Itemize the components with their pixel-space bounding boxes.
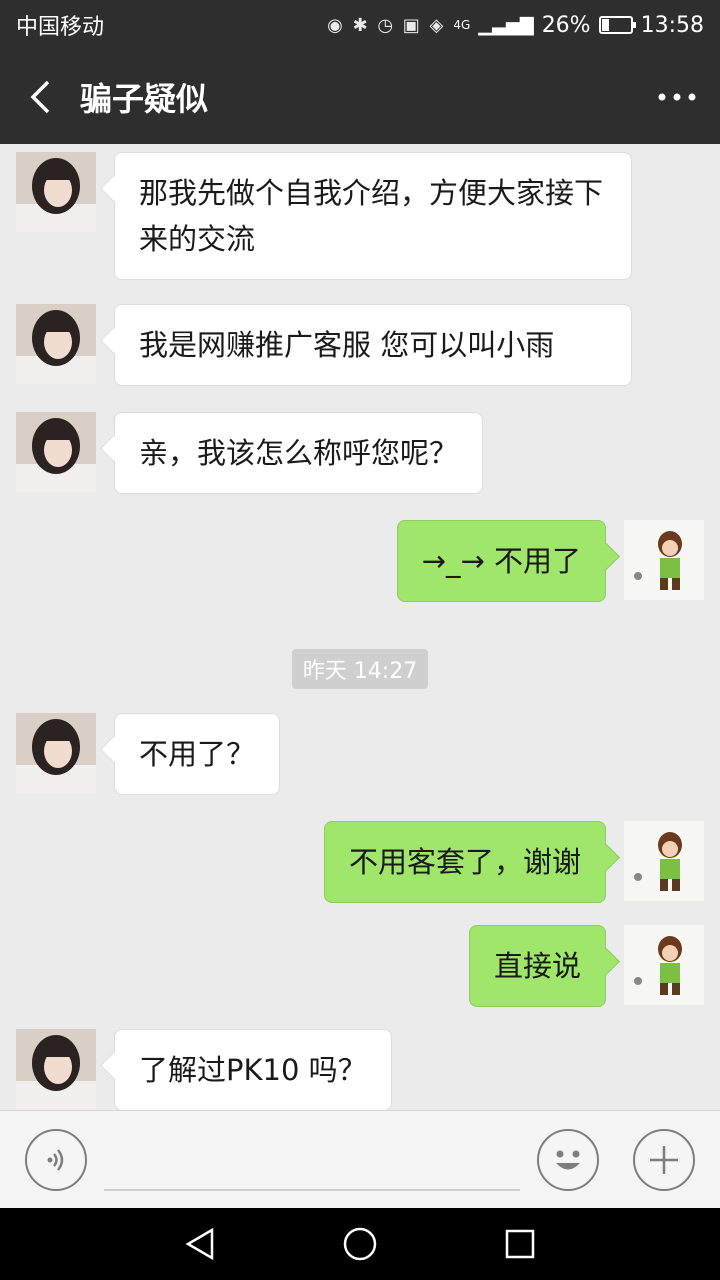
- message-bubble[interactable]: 我是网赚推广客服 您可以叫小雨: [114, 304, 632, 386]
- chevron-left-icon: [30, 80, 50, 114]
- triangle-back-icon: [185, 1227, 214, 1261]
- emoji-icon: [556, 1150, 580, 1170]
- status-icons: ◉ ✱ ◷ ▣ ◈ 4G ▁▃▅▇ 26% 13:58: [327, 13, 704, 38]
- message-input[interactable]: [104, 1189, 520, 1191]
- user-avatar[interactable]: [624, 821, 704, 901]
- avatar-girl-icon: [16, 412, 96, 492]
- message-item: 亲，我该怎么称呼您呢？: [16, 412, 484, 494]
- voice-icon: [47, 1149, 64, 1171]
- contact-avatar[interactable]: [16, 304, 96, 384]
- battery-icon: [598, 16, 636, 34]
- circle-home-icon: [343, 1227, 377, 1261]
- carrier-label: 中国移动: [16, 15, 105, 40]
- more-button[interactable]: [634, 50, 720, 144]
- message-bubble[interactable]: 不用客套了，谢谢: [323, 821, 606, 903]
- square-recents-icon: [505, 1229, 535, 1259]
- contact-avatar[interactable]: [16, 1029, 96, 1109]
- battery-level: [601, 19, 609, 31]
- chat-header: 骗子疑似: [0, 50, 720, 144]
- message-item: 我是网赚推广客服 您可以叫小雨: [16, 304, 632, 386]
- battery-percent: 26%: [541, 12, 591, 38]
- plus-icon: [650, 1146, 678, 1174]
- contact-avatar[interactable]: [16, 152, 96, 232]
- nav-recents-button[interactable]: [500, 1224, 540, 1264]
- clock: 13:58: [640, 12, 704, 38]
- nav-home-button[interactable]: [340, 1224, 380, 1264]
- message-bubble[interactable]: 了解过PK10 吗？: [114, 1029, 392, 1110]
- message-item: 不用客套了，谢谢: [323, 821, 704, 903]
- message-bubble[interactable]: 不用了？: [114, 713, 281, 795]
- avatar-cartoon-icon: [624, 821, 704, 901]
- user-avatar[interactable]: [624, 520, 704, 600]
- avatar-girl-icon: [16, 713, 96, 793]
- message-bubble[interactable]: 亲，我该怎么称呼您呢？: [114, 412, 484, 494]
- avatar-girl-icon: [16, 304, 96, 384]
- message-item: →_→ 不用了: [396, 520, 704, 602]
- avatar-cartoon-icon: [624, 520, 704, 600]
- message-timestamp: 昨天 14:27: [292, 649, 428, 689]
- contact-avatar[interactable]: [16, 412, 96, 492]
- message-item: 了解过PK10 吗？: [16, 1029, 392, 1110]
- message-bubble[interactable]: →_→ 不用了: [396, 520, 606, 602]
- status-bar: 中国移动 ◉ ✱ ◷ ▣ ◈ 4G ▁▃▅▇ 26% 13:58: [0, 0, 720, 50]
- network-label: 4G: [453, 18, 471, 32]
- back-button[interactable]: [0, 50, 80, 144]
- message-list[interactable]: 那我先做个自我介绍，方便大家接下来的交流 我是网赚推广客服 您可以叫小雨 亲，我…: [0, 144, 720, 1110]
- chat-title: 骗子疑似: [80, 80, 209, 118]
- signal-icons: ◉ ✱ ◷ ▣ ◈: [327, 14, 446, 36]
- message-bubble[interactable]: 那我先做个自我介绍，方便大家接下来的交流: [114, 152, 632, 280]
- nav-back-button[interactable]: [180, 1224, 220, 1264]
- message-bubble[interactable]: 直接说: [468, 925, 606, 1007]
- emoji-button[interactable]: [537, 1129, 599, 1191]
- avatar-girl-icon: [16, 1029, 96, 1109]
- message-item: 直接说: [468, 925, 704, 1007]
- voice-button[interactable]: [25, 1129, 87, 1191]
- message-item: 不用了？: [16, 713, 281, 795]
- signal-bars-icon: ▁▃▅▇: [478, 14, 534, 36]
- input-bar: [0, 1110, 720, 1208]
- plus-button[interactable]: [633, 1129, 695, 1191]
- more-dots-icon: [658, 93, 696, 101]
- user-avatar[interactable]: [624, 925, 704, 1005]
- avatar-girl-icon: [16, 152, 96, 232]
- message-item: 那我先做个自我介绍，方便大家接下来的交流: [16, 152, 632, 280]
- system-nav-bar: [0, 1208, 720, 1280]
- avatar-cartoon-icon: [624, 925, 704, 1005]
- contact-avatar[interactable]: [16, 713, 96, 793]
